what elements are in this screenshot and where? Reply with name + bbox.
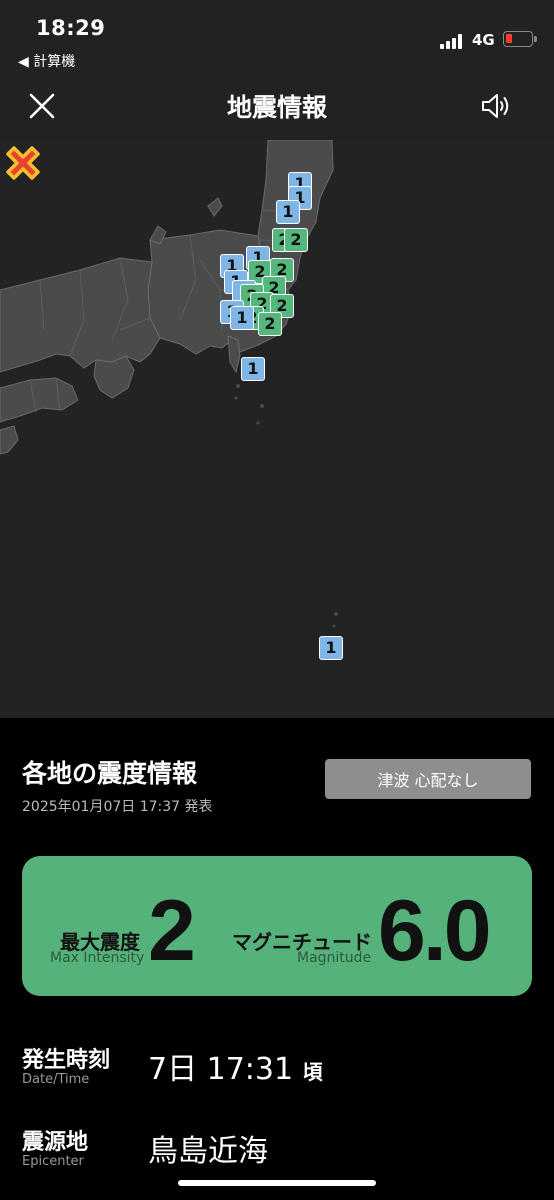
intensity-marker[interactable]: 2: [258, 312, 282, 336]
magnitude-label-en: Magnitude: [297, 950, 372, 966]
intensity-marker[interactable]: 1: [319, 636, 343, 660]
battery-icon: [503, 31, 533, 47]
datetime-label: 発生時刻: [22, 1048, 111, 1073]
close-button[interactable]: [24, 88, 60, 124]
page-title: 地震情報: [226, 93, 327, 122]
max-intensity-label-en: Max Intensity: [50, 950, 145, 966]
speaker-icon: [482, 94, 509, 118]
japan-map-landmass: [0, 140, 338, 628]
sound-button[interactable]: [476, 88, 516, 124]
datetime-label-en: Date/Time: [22, 1072, 90, 1087]
intensity-summary-card: 最大震度 Max Intensity 2 マグニチュード Magnitude 6…: [22, 856, 532, 996]
issued-timestamp: 2025年01月07日 17:37 発表: [22, 799, 213, 815]
epicenter-label: 震源地: [22, 1130, 89, 1155]
earthquake-map[interactable]: 1 1 1 2 2 1 1 1 2 2 1 2 2 2 1 2 2 2 1 1 …: [0, 140, 554, 718]
network-type: 4G: [472, 31, 495, 49]
epicenter-icon: [6, 146, 40, 180]
status-time: 18:29: [36, 16, 106, 40]
info-panel: 各地の震度情報 2025年01月07日 17:37 発表 津波 心配なし 最大震…: [0, 718, 554, 1200]
max-intensity-value: 2: [148, 883, 196, 979]
epicenter-label-en: Epicenter: [22, 1154, 84, 1169]
app-header: 地震情報: [0, 76, 554, 140]
close-icon: [29, 93, 55, 119]
back-to-app-link[interactable]: ◀ 計算機: [18, 51, 75, 71]
magnitude-value: 6.0: [378, 883, 492, 979]
epicenter-value: 鳥島近海: [148, 1134, 268, 1169]
intensity-marker[interactable]: 2: [284, 228, 308, 252]
tsunami-status-badge: 津波 心配なし: [325, 759, 531, 799]
datetime-value: 7日 17:31 頃: [148, 1052, 323, 1087]
datetime-suffix: 頃: [302, 1060, 323, 1084]
section-title: 各地の震度情報: [22, 759, 198, 788]
home-indicator[interactable]: [178, 1180, 376, 1186]
signal-icon: [440, 33, 466, 49]
intensity-marker[interactable]: 1: [276, 200, 300, 224]
status-bar: 18:29 ◀ 計算機 4G: [0, 0, 554, 76]
intensity-marker[interactable]: 1: [230, 306, 254, 330]
intensity-marker[interactable]: 1: [241, 357, 265, 381]
